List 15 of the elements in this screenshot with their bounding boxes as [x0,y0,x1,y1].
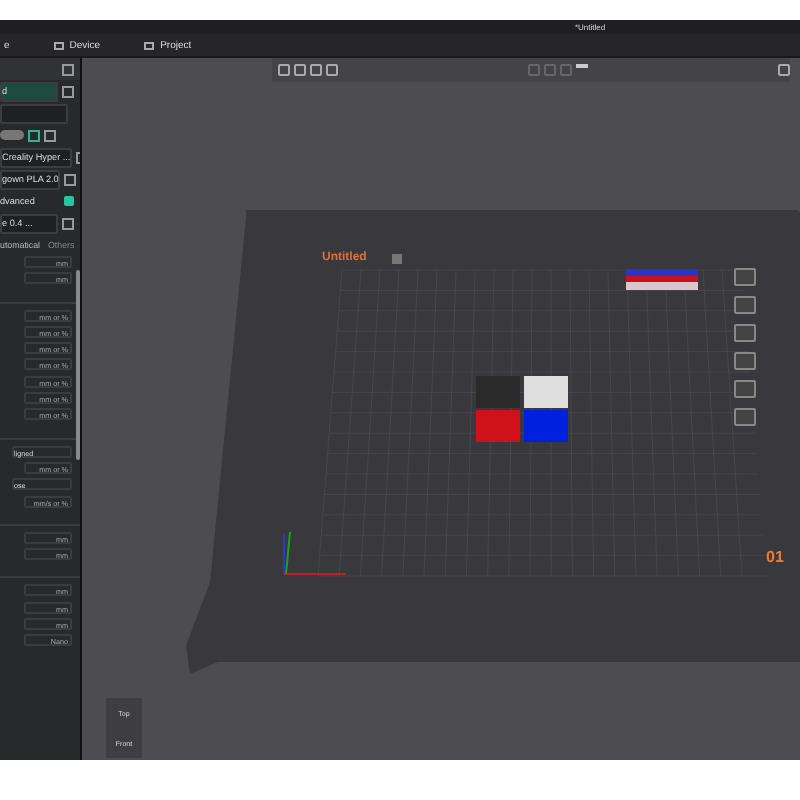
pill-control[interactable] [0,130,24,140]
axes-icon [283,531,347,575]
plate-tool-icon[interactable] [734,352,756,370]
plate-number: 01 [766,548,784,566]
scrollbar[interactable] [76,270,80,460]
plate-tool-icon[interactable] [734,408,756,426]
model-drawing[interactable] [476,376,568,442]
plate-tool-icon[interactable] [734,268,756,286]
toggle-switch[interactable] [64,196,74,206]
plate-tool-icon[interactable] [734,296,756,314]
plate-tool-icon[interactable] [734,324,756,342]
plate-tool-icon[interactable] [734,380,756,398]
input-field[interactable] [0,103,68,123]
color-swatch-icon [626,270,698,290]
toolbar-icon[interactable] [778,64,790,76]
